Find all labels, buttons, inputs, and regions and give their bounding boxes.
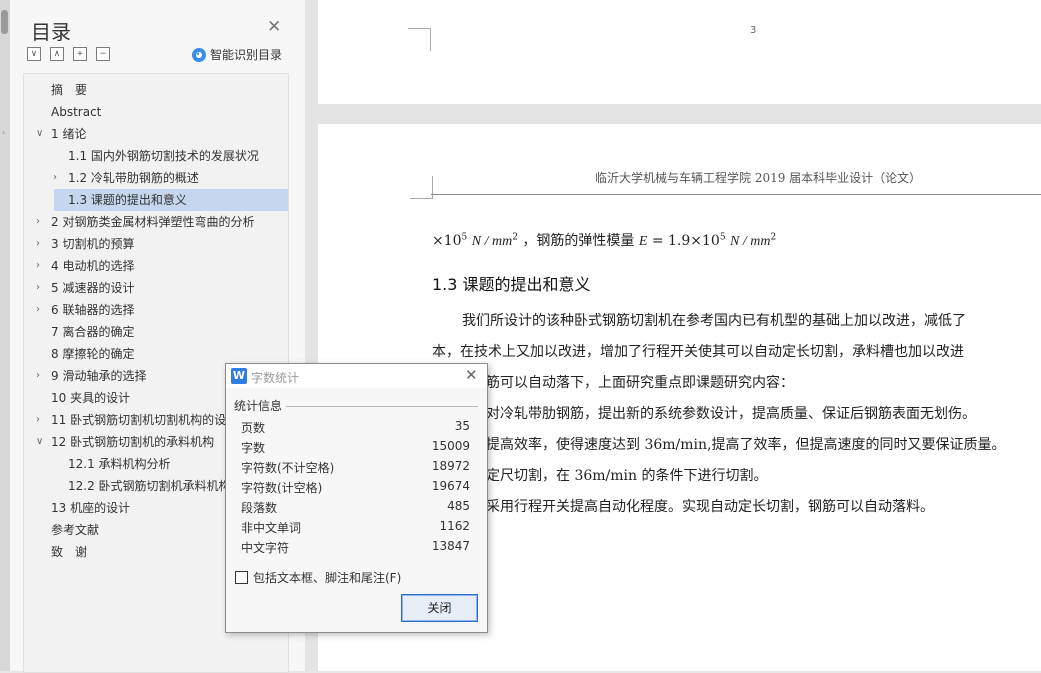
close-icon[interactable]: ✕ [267,17,281,37]
scrollbar-thumb[interactable] [1,10,8,34]
stat-row: 字符数(不计空格) 18972 [241,459,470,479]
stat-row: 段落数 485 [241,499,470,519]
toc-item[interactable]: Abstract [51,101,101,123]
collapsed-chevron-icon[interactable]: › [36,282,40,293]
page-corner-mark [408,28,431,51]
paragraph-line: 我们所设计的该种卧式钢筋切割机在参考国内已有机型的基础上加以改进，减低了 [462,313,966,329]
paragraph-line: 定尺切割，在 36m/min 的条件下进行切割。 [486,468,768,484]
toc-item[interactable]: 12.1 承料机构分析 [68,453,171,475]
collapsed-chevron-icon[interactable]: › [53,172,57,183]
stat-label: 非中文单词 [241,521,302,535]
stat-value: 485 [447,499,470,513]
stat-value: 18972 [431,459,470,473]
dialog-title: 字数统计 [251,371,300,385]
header-rule [431,194,1041,195]
toc-item[interactable]: 1.1 国内外钢筋切割技术的发展状况 [68,145,259,167]
checkbox-box[interactable] [235,571,248,584]
collapsed-chevron-icon[interactable]: › [36,304,40,315]
collapsed-chevron-icon[interactable]: › [36,370,40,381]
stat-label: 字符数(不计空格) [241,461,335,475]
toc-item[interactable]: 1.3 课题的提出和意义 [68,189,187,211]
stat-row: 页数 35 [241,419,470,439]
stat-value: 1162 [439,519,470,533]
remove-heading-button[interactable]: − [96,47,110,61]
formula-prefix: ×10 [432,233,462,249]
toc-item[interactable]: 摘 要 [51,79,87,101]
formula-line: ×105 N / mm2 ，钢筋的弹性模量 E = 1.9×105 N / mm… [432,232,777,249]
collapsed-chevron-icon[interactable]: › [36,414,40,425]
paragraph-line: 本，在技术上又加以改进，增加了行程开关使其可以自动定长切割，承料槽也加以改进 [432,344,964,360]
paragraph-line: 采用行程开关提高自动化程度。实现自动定长切割，钢筋可以自动落料。 [486,499,934,515]
stat-value: 19674 [431,479,470,493]
stat-value: 13847 [431,539,470,553]
group-divider [286,406,478,407]
collapse-all-button[interactable]: ∨ [27,47,41,61]
smart-recognize-label: 智能识别目录 [210,48,283,62]
paragraph-line: 提高效率，使得速度达到 36m/min,提高了效率，但提高速度的同时又要保证质量… [486,437,1006,453]
collapsed-chevron-icon[interactable]: › [36,238,40,249]
page-corner-mark [410,176,433,199]
stat-label: 中文字符 [241,541,290,555]
paragraph-line: 筋可以自动落下，上面研究重点即课题研究内容： [486,375,794,391]
wps-writer-icon: W [231,368,247,384]
expanded-chevron-icon[interactable]: ∨ [36,436,43,447]
checkbox-label: 包括文本框、脚注和尾注(F) [253,571,402,585]
stat-label: 字符数(计空格) [241,481,323,495]
formula-symbol: E [638,234,648,249]
toc-item[interactable]: 参考文献 [51,519,99,541]
expanded-chevron-icon[interactable]: ∨ [36,128,43,139]
stat-label: 字数 [241,441,266,455]
toc-item[interactable]: 致 谢 [51,541,87,563]
stat-row: 非中文单词 1162 [241,519,470,539]
toc-item[interactable]: 4 电动机的选择 [51,255,134,277]
toc-item[interactable]: 1.2 冷轧带肋钢筋的概述 [68,167,199,189]
toc-item[interactable]: 5 减速器的设计 [51,277,134,299]
stat-label: 页数 [241,421,266,435]
collapsed-chevron-icon[interactable]: › [36,216,40,227]
toc-item[interactable]: 12 卧式钢筋切割机的承料机构 [51,431,214,453]
toc-item[interactable]: 12.2 卧式钢筋切割机承料机构 [68,475,231,497]
stat-label: 段落数 [241,501,278,515]
toc-item[interactable]: 3 切割机的预算 [51,233,134,255]
smart-robot-icon: ◕ [192,47,206,62]
left-scroll-gutter[interactable]: › [0,0,10,671]
collapsed-chevron-icon[interactable]: › [36,260,40,271]
previous-page-text-fragment [470,0,950,4]
toc-item[interactable]: 9 滑动轴承的选择 [51,365,146,387]
stat-value: 35 [454,419,470,433]
document-page-previous[interactable] [318,0,1041,104]
toc-item[interactable]: 7 离合器的确定 [51,321,134,343]
stat-row: 中文字符 13847 [241,539,470,559]
add-heading-button[interactable]: + [73,47,87,61]
section-heading: 1.3 课题的提出和意义 [432,275,591,294]
close-icon[interactable]: ✕ [465,366,478,384]
word-count-dialog: W 字数统计 ✕ 统计信息 页数 35 字数 15009 字符数(不计空格) 1… [225,363,488,633]
expand-all-button[interactable]: ∧ [50,47,64,61]
stat-row: 字符数(计空格) 19674 [241,479,470,499]
formula-value: = 1.9×10 [651,233,720,249]
include-textbox-footnotes-checkbox[interactable]: 包括文本框、脚注和尾注(F) [235,569,401,586]
formula-unit-2: N / mm [730,234,771,249]
stat-value: 15009 [431,439,470,453]
toc-item[interactable]: 1 绪论 [51,123,86,145]
toc-title: 目录 [31,20,71,44]
smart-recognize-toc-button[interactable]: ◕ 智能识别目录 [192,46,282,63]
close-button[interactable]: 关闭 [401,594,478,622]
toc-item[interactable]: 10 夹具的设计 [51,387,130,409]
dialog-titlebar[interactable]: W 字数统计 ✕ [226,364,487,388]
page-number: 3 [750,25,757,36]
stats-group-label: 统计信息 [234,399,283,413]
toc-item[interactable]: 2 对钢筋类金属材料弹塑性弯曲的分析 [51,211,254,233]
stat-row: 字数 15009 [241,439,470,459]
toc-item[interactable]: 13 机座的设计 [51,497,130,519]
paragraph-line: 对冷轧带肋钢筋，提出新的系统参数设计，提高质量、保证后钢筋表面无划伤。 [486,406,976,422]
toc-item[interactable]: 6 联轴器的选择 [51,299,134,321]
page-header: 临沂大学机械与车辆工程学院 2019 届本科毕业设计（论文） [595,171,922,185]
formula-text: ，钢筋的弹性模量 [522,233,635,249]
toc-item[interactable]: 8 摩擦轮的确定 [51,343,134,365]
toc-item[interactable]: 11 卧式钢筋切割机切割机构的设 [51,409,226,431]
collapse-arrow-icon: › [2,128,6,137]
formula-unit: N / mm [471,234,513,249]
toc-toolbar: ∨ ∧ + − [27,47,110,61]
